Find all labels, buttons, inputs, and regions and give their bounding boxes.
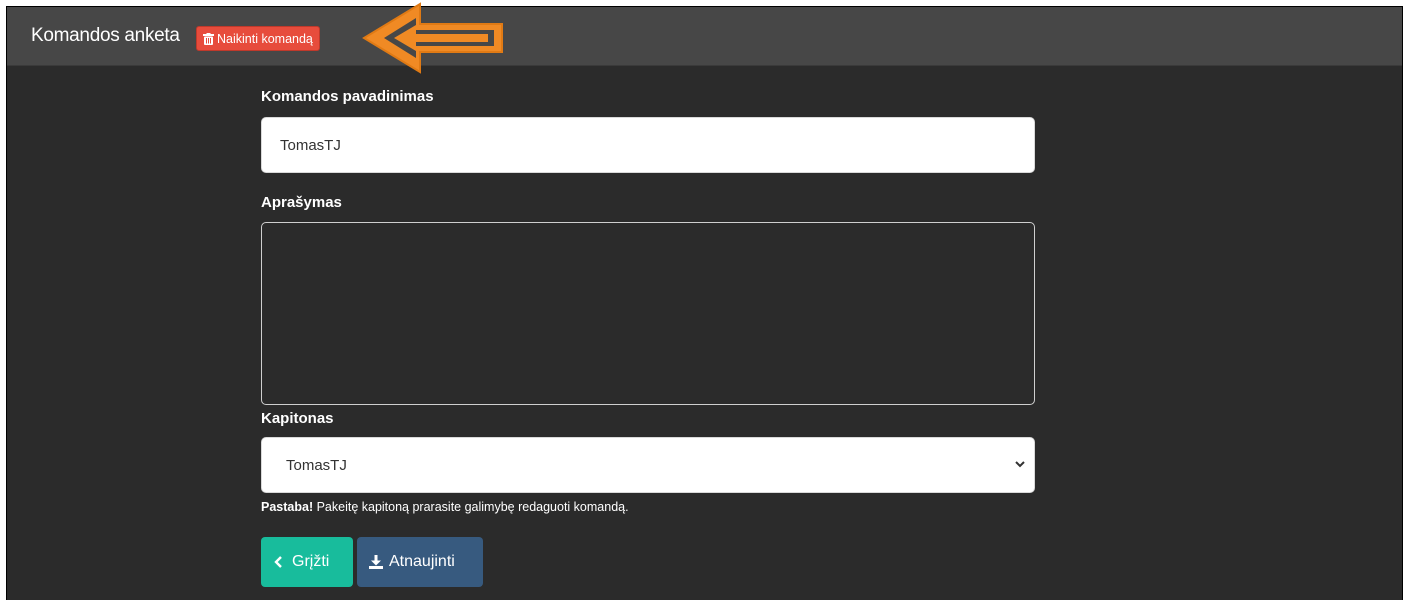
update-label: Atnaujinti bbox=[389, 553, 455, 570]
page-frame: Komandos anketa Naikinti komandą Komando… bbox=[6, 6, 1403, 600]
download-icon bbox=[369, 555, 383, 569]
back-button[interactable]: Grįžti bbox=[261, 537, 353, 587]
arrow-left-annotation-icon bbox=[362, 2, 503, 74]
trash-icon bbox=[203, 32, 214, 45]
delete-team-button[interactable]: Naikinti komandą bbox=[196, 26, 320, 51]
team-name-input[interactable]: TomasTJ bbox=[261, 117, 1035, 173]
captain-selected-value: TomasTJ bbox=[286, 456, 347, 474]
captain-note: Pastaba! Pakeitę kapitoną prarasite gali… bbox=[261, 500, 629, 514]
chevron-left-icon bbox=[274, 556, 282, 568]
note-text: Pakeitę kapitoną prarasite galimybę reda… bbox=[313, 500, 629, 514]
page-title: Komandos anketa bbox=[31, 25, 180, 46]
note-strong: Pastaba! bbox=[261, 500, 314, 514]
captain-label: Kapitonas bbox=[261, 410, 334, 427]
update-button[interactable]: Atnaujinti bbox=[357, 537, 483, 587]
delete-team-label: Naikinti komandą bbox=[217, 31, 313, 46]
back-label: Grįžti bbox=[292, 553, 330, 570]
chevron-down-icon bbox=[1015, 461, 1025, 468]
description-label: Aprašymas bbox=[261, 194, 342, 211]
captain-select[interactable]: TomasTJ bbox=[261, 437, 1035, 493]
panel-header: Komandos anketa Naikinti komandą bbox=[7, 7, 1402, 66]
team-name-label: Komandos pavadinimas bbox=[261, 88, 434, 105]
team-name-value: TomasTJ bbox=[280, 136, 341, 154]
description-textarea[interactable] bbox=[261, 222, 1035, 405]
